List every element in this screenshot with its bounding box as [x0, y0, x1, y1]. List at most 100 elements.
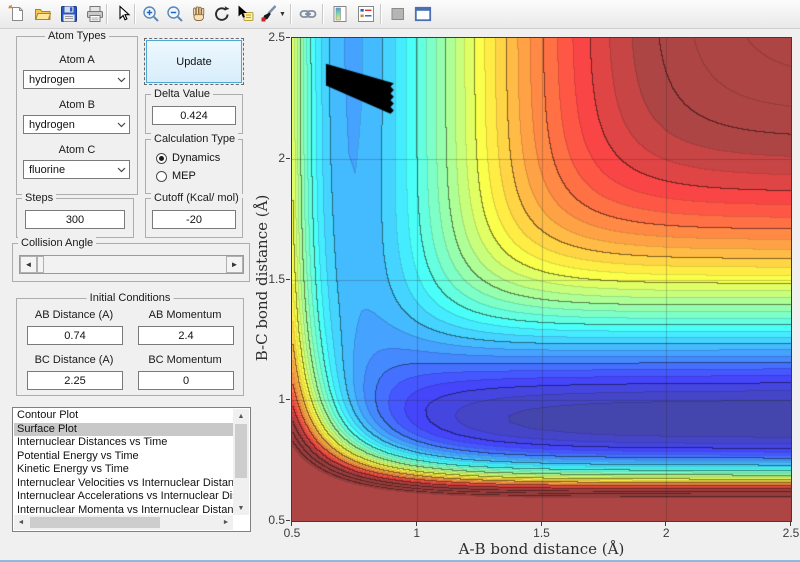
scroll-down-arrow[interactable]: ▼	[233, 501, 249, 515]
vertical-scroll-thumb[interactable]	[235, 424, 247, 478]
delta-value-title: Delta Value	[151, 88, 213, 100]
slider-thumb[interactable]	[37, 256, 44, 273]
ab-distance-input[interactable]	[27, 326, 123, 345]
dynamics-radio[interactable]: Dynamics	[156, 151, 220, 165]
horizontal-scrollbar[interactable]: ◄ ►	[14, 515, 233, 530]
y-tick-mark	[286, 520, 290, 521]
x-tick-mark	[291, 522, 292, 526]
radio-icon	[156, 171, 167, 182]
pan-icon	[189, 4, 209, 24]
toolbar-separator	[322, 4, 324, 24]
atom-c-value: fluorine	[29, 164, 65, 176]
plot-type-listbox[interactable]: Contour PlotSurface PlotInternuclear Dis…	[12, 407, 251, 532]
brush-button[interactable]	[257, 2, 281, 26]
x-tick-label: 2	[652, 526, 680, 540]
atom-b-dropdown[interactable]: hydrogen	[23, 115, 130, 134]
zoom-in-icon	[141, 4, 161, 24]
open-file-icon	[33, 4, 53, 24]
y-tick-label: 0.5	[255, 513, 285, 527]
initial-conditions-title: Initial Conditions	[87, 292, 174, 304]
horizontal-scroll-thumb[interactable]	[30, 517, 160, 528]
bc-momentum-input[interactable]	[138, 371, 234, 390]
collision-angle-title: Collision Angle	[18, 237, 96, 249]
atom-c-dropdown[interactable]: fluorine	[23, 160, 130, 179]
atom-a-dropdown[interactable]: hydrogen	[23, 70, 130, 89]
list-item[interactable]: Internuclear Momenta vs Internuclear Dis…	[14, 504, 233, 516]
chevron-down-icon	[113, 71, 129, 88]
list-item[interactable]: Internuclear Velocities vs Internuclear …	[14, 477, 233, 491]
list-item[interactable]: Kinetic Energy vs Time	[14, 463, 233, 477]
zoom-in-button[interactable]	[139, 2, 163, 26]
slider-left-arrow[interactable]: ◄	[20, 256, 37, 273]
steps-title: Steps	[22, 192, 56, 204]
list-item[interactable]: Surface Plot	[14, 423, 233, 437]
delta-value-input[interactable]	[152, 106, 236, 125]
cutoff-title: Cutoff (Kcal/ mol)	[151, 192, 242, 204]
x-tick-label: 2.5	[777, 526, 800, 540]
save-icon	[59, 4, 79, 24]
y-tick-mark	[286, 399, 290, 400]
x-tick-mark	[416, 522, 417, 526]
x-tick-mark	[790, 522, 791, 526]
insert-colorbar-icon	[330, 4, 350, 24]
calculation-type-title: Calculation Type	[151, 133, 238, 145]
scroll-left-arrow[interactable]: ◄	[14, 515, 28, 530]
print-button[interactable]	[83, 2, 107, 26]
pointer-icon	[113, 4, 133, 24]
show-plot-tools-button[interactable]	[411, 2, 435, 26]
plot-type-list-rows: Contour PlotSurface PlotInternuclear Dis…	[14, 409, 233, 515]
mep-radio[interactable]: MEP	[156, 169, 196, 183]
ab-momentum-input[interactable]	[138, 326, 234, 345]
cutoff-input[interactable]	[152, 210, 236, 229]
initial-conditions-panel: Initial Conditions AB Distance (A) AB Mo…	[16, 298, 244, 396]
figure-toolbar: ▼	[0, 0, 800, 29]
bc-distance-label: BC Distance (A)	[27, 354, 121, 366]
list-item[interactable]: Contour Plot	[14, 409, 233, 423]
atom-types-title: Atom Types	[45, 30, 109, 42]
print-icon	[85, 4, 105, 24]
pointer-tool-button[interactable]	[111, 2, 135, 26]
rotate-3d-button[interactable]	[210, 2, 234, 26]
data-cursor-button[interactable]	[233, 2, 257, 26]
chevron-down-icon	[113, 116, 129, 133]
hide-plot-tools-button[interactable]	[386, 2, 410, 26]
radio-icon	[156, 153, 167, 164]
list-item[interactable]: Internuclear Distances vs Time	[14, 436, 233, 450]
atom-c-label: Atom C	[17, 144, 137, 156]
rotate-3d-icon	[212, 4, 232, 24]
calculation-type-panel: Calculation Type Dynamics MEP	[145, 139, 243, 194]
x-tick-label: 0.5	[278, 526, 306, 540]
bc-distance-input[interactable]	[27, 371, 123, 390]
open-file-button[interactable]	[31, 2, 55, 26]
toolbar-separator	[380, 4, 382, 24]
scroll-right-arrow[interactable]: ►	[219, 515, 233, 530]
link-plot-button[interactable]	[296, 2, 320, 26]
contour-canvas[interactable]	[291, 37, 792, 522]
toolbar-separator	[290, 4, 292, 24]
collision-angle-panel: Collision Angle ◄ ►	[12, 243, 250, 282]
steps-input[interactable]	[25, 210, 125, 229]
brush-dropdown-caret[interactable]: ▼	[279, 11, 286, 18]
list-item[interactable]: Internuclear Accelerations vs Internucle…	[14, 490, 233, 504]
save-button[interactable]	[57, 2, 81, 26]
new-file-button[interactable]	[5, 2, 29, 26]
bc-momentum-label: BC Momentum	[138, 354, 232, 366]
atom-b-label: Atom B	[17, 99, 137, 111]
insert-colorbar-button[interactable]	[328, 2, 352, 26]
y-tick-mark	[286, 37, 290, 38]
vertical-scrollbar[interactable]: ▲ ▼	[233, 409, 249, 515]
insert-legend-button[interactable]	[354, 2, 378, 26]
y-tick-mark	[286, 279, 290, 280]
slider-right-arrow[interactable]: ►	[226, 256, 243, 273]
delta-value-panel: Delta Value	[145, 94, 243, 134]
update-button[interactable]: Update	[146, 40, 242, 83]
matlab-figure-window: ▼ Atom Types Atom A hydrogen Atom B hydr…	[0, 0, 800, 562]
y-tick-label: 2.5	[255, 30, 285, 44]
pan-button[interactable]	[187, 2, 211, 26]
mep-radio-label: MEP	[172, 170, 196, 182]
list-item[interactable]: Potential Energy vs Time	[14, 450, 233, 464]
scroll-up-arrow[interactable]: ▲	[233, 409, 249, 423]
zoom-out-button[interactable]	[163, 2, 187, 26]
atom-b-value: hydrogen	[29, 119, 75, 131]
collision-angle-slider[interactable]: ◄ ►	[19, 255, 244, 274]
